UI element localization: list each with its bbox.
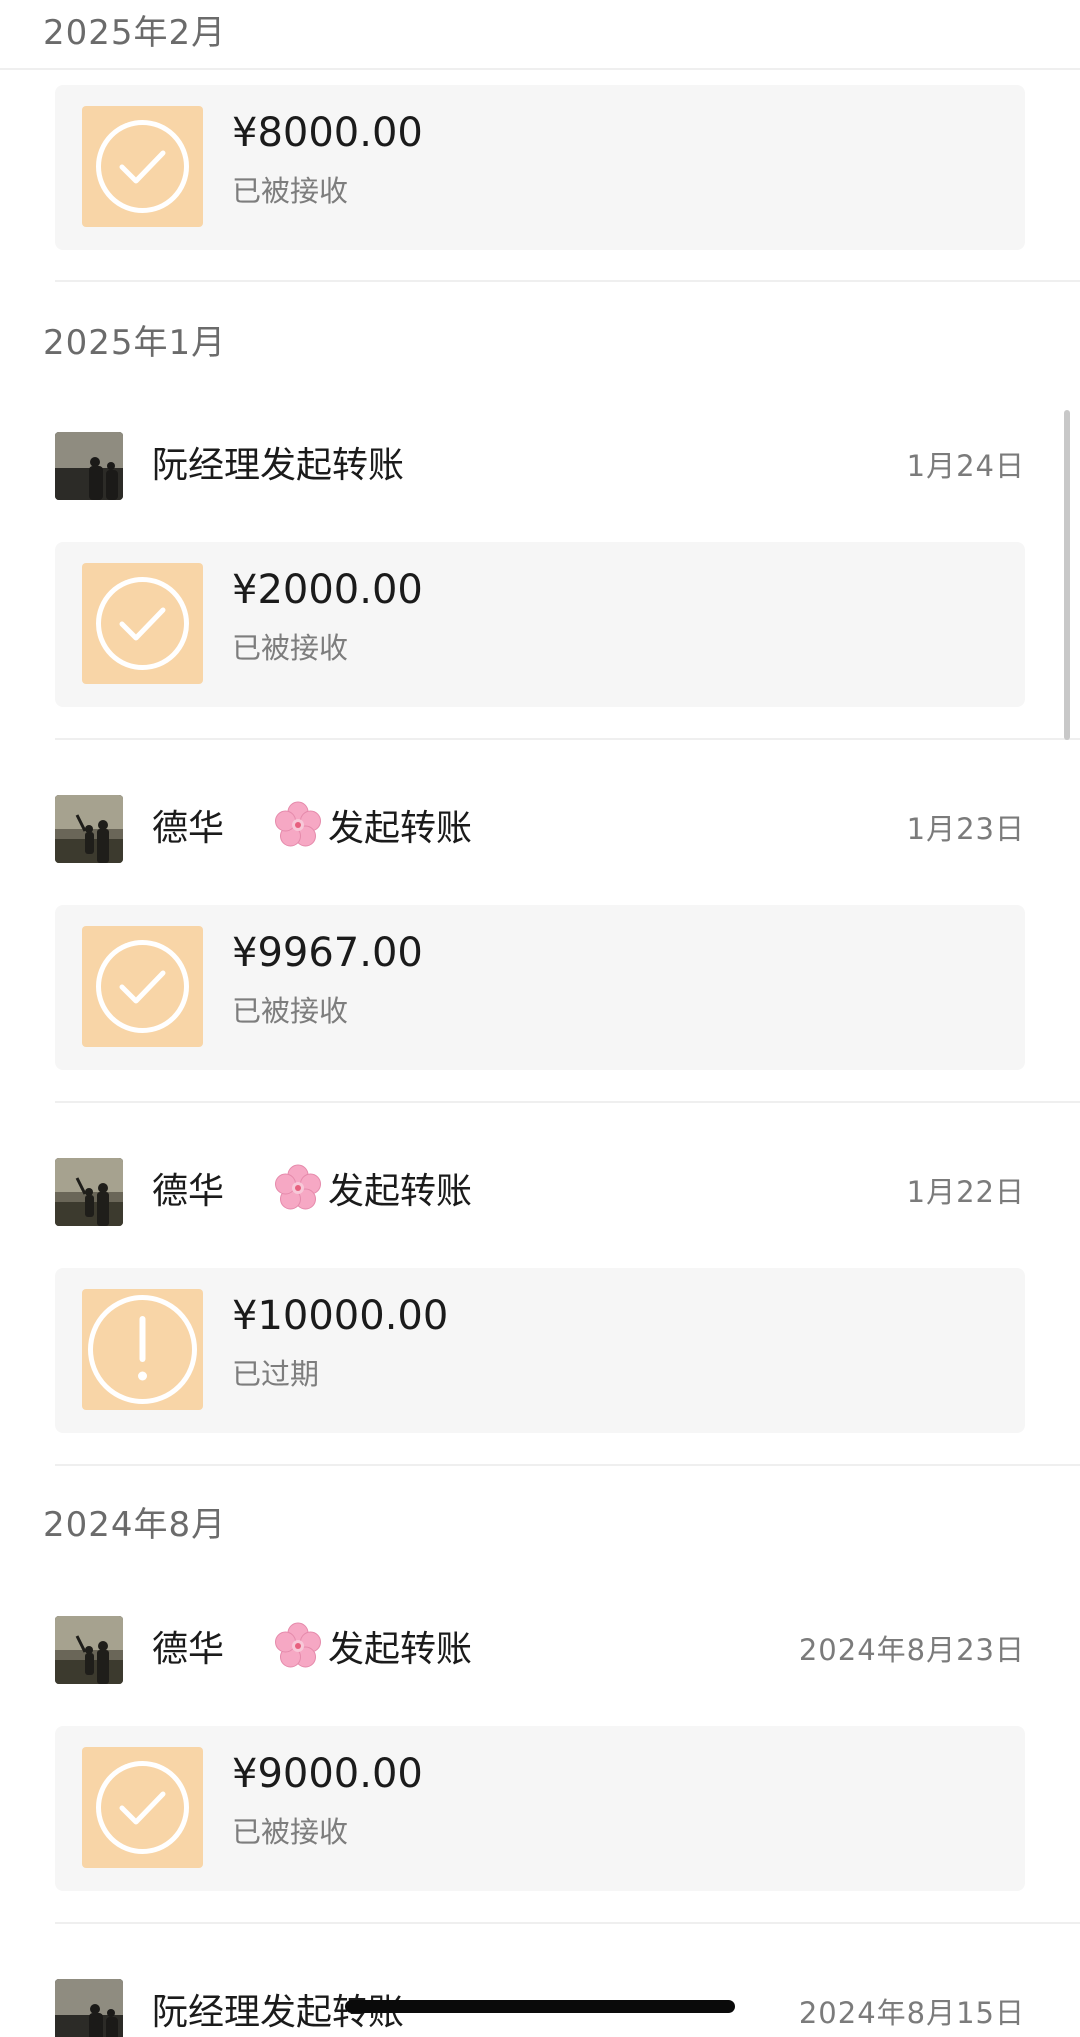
- transfer-status: 已被接收: [232, 1815, 349, 1849]
- check-icon: [82, 926, 203, 1047]
- transfer-row-header[interactable]: 德华 发起转账 1月22日: [55, 1158, 1025, 1226]
- initiator-name: 德华: [152, 1629, 225, 1670]
- divider: [55, 280, 1080, 282]
- transfer-date: 1月23日: [906, 812, 1025, 846]
- transfer-card[interactable]: ¥2000.00 已被接收: [55, 542, 1025, 707]
- transfer-amount: ¥8000.00: [232, 110, 423, 156]
- check-icon: [82, 106, 203, 227]
- transfer-date: 2024年8月15日: [798, 1996, 1025, 2030]
- transfer-status: 已被接收: [232, 174, 349, 208]
- transfer-status: 已被接收: [232, 631, 349, 665]
- cherry-blossom-icon: [274, 801, 322, 849]
- transfer-amount: ¥9000.00: [232, 1751, 423, 1797]
- divider: [55, 738, 1080, 740]
- cherry-blossom-icon: [274, 1164, 322, 1212]
- check-icon: [82, 563, 203, 684]
- transfer-amount: ¥9967.00: [232, 930, 423, 976]
- transfer-row-header[interactable]: 德华 发起转账 2024年8月23日: [55, 1616, 1025, 1684]
- avatar[interactable]: [55, 1616, 123, 1684]
- transfer-card[interactable]: ¥9000.00 已被接收: [55, 1726, 1025, 1891]
- transfer-row-header[interactable]: 阮经理发起转账 1月24日: [55, 432, 1025, 500]
- transfer-card[interactable]: ¥8000.00 已被接收: [55, 85, 1025, 250]
- transfer-date: 1月24日: [906, 449, 1025, 483]
- transfer-status: 已被接收: [232, 994, 349, 1028]
- initiator-name: 德华: [152, 808, 225, 849]
- cherry-blossom-icon: [274, 1622, 322, 1670]
- transfer-card[interactable]: ¥9967.00 已被接收: [55, 905, 1025, 1070]
- transfer-date: 2024年8月23日: [798, 1633, 1025, 1667]
- initiator-label: 德华 发起转账: [152, 1616, 472, 1684]
- transfer-status: 已过期: [232, 1357, 320, 1391]
- transfer-history-screen: 2025年2月 ¥8000.00 已被接收 2025年1月 阮经理发起转账 1月…: [0, 0, 1080, 2037]
- transfer-amount: ¥10000.00: [232, 1293, 449, 1339]
- avatar[interactable]: [55, 1158, 123, 1226]
- initiator-label: 阮经理发起转账: [152, 432, 404, 500]
- initiator-name: 阮经理: [152, 445, 261, 486]
- home-indicator[interactable]: [345, 2000, 735, 2013]
- initiator-name: 德华: [152, 1171, 225, 1212]
- transfer-card[interactable]: ¥10000.00 已过期: [55, 1268, 1025, 1433]
- avatar[interactable]: [55, 1979, 123, 2037]
- transfer-amount: ¥2000.00: [232, 567, 423, 613]
- divider: [55, 1464, 1080, 1466]
- exclamation-icon: [82, 1289, 203, 1410]
- avatar[interactable]: [55, 432, 123, 500]
- month-header: 2025年1月: [43, 323, 227, 363]
- avatar[interactable]: [55, 795, 123, 863]
- month-header: 2025年2月: [43, 13, 227, 53]
- divider: [55, 1922, 1080, 1924]
- initiator-name: 阮经理: [152, 1992, 261, 2033]
- month-header: 2024年8月: [43, 1505, 227, 1545]
- initiator-action: 发起转账: [328, 808, 473, 849]
- divider: [55, 1101, 1080, 1103]
- divider: [0, 68, 1080, 70]
- initiator-label: 德华 发起转账: [152, 1158, 472, 1226]
- scrollbar[interactable]: [1064, 410, 1070, 740]
- initiator-action: 发起转账: [328, 1171, 473, 1212]
- initiator-label: 德华 发起转账: [152, 795, 472, 863]
- check-icon: [82, 1747, 203, 1868]
- transfer-date: 1月22日: [906, 1175, 1025, 1209]
- initiator-action: 发起转账: [328, 1629, 473, 1670]
- initiator-action: 发起转账: [260, 445, 405, 486]
- transfer-row-header[interactable]: 德华 发起转账 1月23日: [55, 795, 1025, 863]
